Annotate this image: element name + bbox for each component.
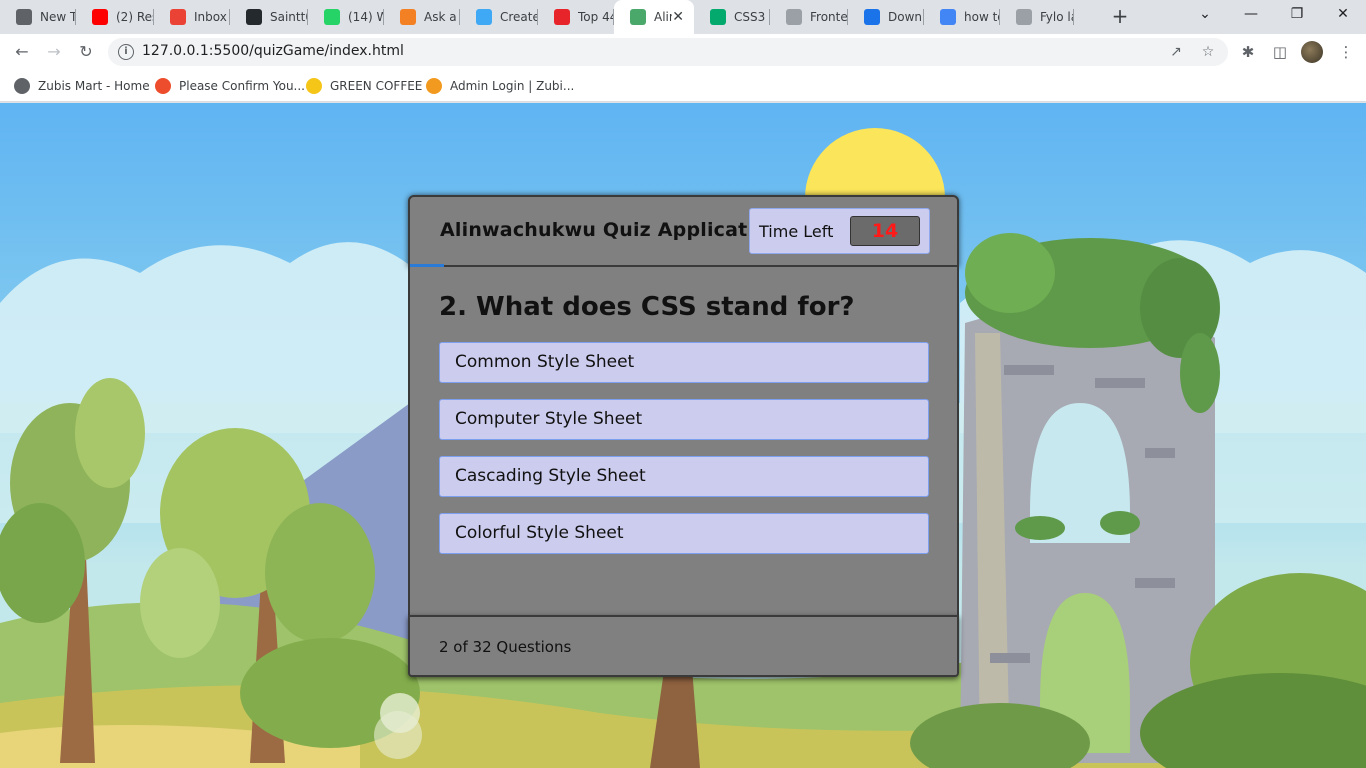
timer-label: Time Left: [759, 222, 834, 241]
browser-tab[interactable]: Inbox (: [154, 0, 230, 34]
browser-tab[interactable]: how to: [924, 0, 1000, 34]
bookmark-item[interactable]: GREEN COFFEE: [306, 76, 422, 96]
site-info-icon[interactable]: i: [118, 44, 134, 60]
vanta-icon: [554, 9, 570, 25]
new-tab-button[interactable]: +: [1108, 5, 1132, 29]
bookmark-star-icon[interactable]: ☆: [1198, 42, 1218, 62]
shop-icon: [155, 78, 171, 94]
tab-title: CSS3 M: [734, 10, 770, 24]
tab-title: (2) Respond: [116, 10, 154, 24]
address-bar[interactable]: i 127.0.0.1:5500/quizGame/index.html ↗ ☆: [108, 38, 1228, 66]
tab-title: Frontend: [810, 10, 848, 24]
question-number: 2.: [439, 292, 467, 322]
restore-icon[interactable]: ❐: [1274, 0, 1320, 30]
tab-title: Ask a C: [424, 10, 460, 24]
browser-tab[interactable]: Frontend: [770, 0, 848, 34]
quiz-image-icon: [630, 9, 646, 25]
quiz-header: Alinwachukwu Quiz Application Time Left …: [408, 195, 959, 267]
option-button-1[interactable]: Common Style Sheet: [439, 342, 929, 383]
browser-tab[interactable]: Alinwachukwu✕: [614, 0, 694, 34]
bookmark-item[interactable]: Zubis Mart - Home: [14, 76, 150, 96]
bookmark-item[interactable]: Please Confirm You...: [155, 76, 305, 96]
tab-title: how to: [964, 10, 1000, 24]
chrome-icon: [16, 9, 32, 25]
minimize-icon[interactable]: —: [1228, 0, 1274, 30]
browser-tab[interactable]: Top 44: [538, 0, 614, 34]
browser-tab[interactable]: Download: [848, 0, 924, 34]
option-button-3[interactable]: Cascading Style Sheet: [439, 456, 929, 497]
stackoverflow-icon: [400, 9, 416, 25]
timer-countdown: 14: [850, 216, 920, 246]
close-window-icon[interactable]: ✕: [1320, 0, 1366, 30]
whatsapp-icon: [324, 9, 340, 25]
bookmark-label: GREEN COFFEE: [330, 79, 423, 93]
timer-box: Time Left 14: [749, 208, 930, 254]
w3schools-icon: [710, 9, 726, 25]
github-icon: [246, 9, 262, 25]
tab-title: (14) WhatsApp: [348, 10, 384, 24]
tab-title: Download: [888, 10, 924, 24]
browser-toolbar: ← → ↻ i 127.0.0.1:5500/quizGame/index.ht…: [0, 34, 1366, 70]
share-icon[interactable]: ↗: [1166, 42, 1186, 62]
tab-title: Alinwachukwu: [654, 10, 672, 24]
page-viewport: Alinwachukwu Quiz Application Time Left …: [0, 103, 1366, 768]
globe-icon: [14, 78, 30, 94]
menu-icon[interactable]: ⋮: [1334, 40, 1358, 64]
quiz-footer: 2 of 32 Questions: [408, 615, 959, 677]
browser-tab[interactable]: Ask a C: [384, 0, 460, 34]
back-icon[interactable]: ←: [10, 40, 34, 64]
browser-tab[interactable]: Fylo la: [1000, 0, 1074, 34]
browser-tab[interactable]: CSS3 M: [694, 0, 770, 34]
question-counter: 2 of 32 Questions: [439, 638, 572, 656]
tab-title: Saintt0: [270, 10, 308, 24]
tab-title: New Tab: [40, 10, 76, 24]
tab-title: Create: [500, 10, 538, 24]
quiz-container: Alinwachukwu Quiz Application Time Left …: [408, 195, 959, 677]
question-text: 2. What does CSS stand for?: [439, 292, 854, 322]
tab-title: Inbox (: [194, 10, 230, 24]
question-label: What does CSS stand for?: [476, 292, 855, 322]
bookmark-label: Please Confirm You...: [179, 79, 305, 93]
browser-tab[interactable]: (2) Respond: [76, 0, 154, 34]
gmail-icon: [170, 9, 186, 25]
side-panel-icon[interactable]: ◫: [1268, 40, 1292, 64]
youtube-icon: [92, 9, 108, 25]
codingninjas-icon: [476, 9, 492, 25]
google-icon: [940, 9, 956, 25]
browser-tab[interactable]: Create: [460, 0, 538, 34]
tab-title: Fylo la: [1040, 10, 1074, 24]
tab-title: Top 44: [578, 10, 614, 24]
frontend-icon: [786, 9, 802, 25]
tab-strip: New Tab (2) Respond Inbox ( Saintt0 (14) Wha…: [0, 0, 1366, 34]
extensions-icon[interactable]: ✱: [1236, 40, 1260, 64]
option-button-4[interactable]: Colorful Style Sheet: [439, 513, 929, 554]
close-tab-icon[interactable]: ✕: [672, 9, 684, 25]
reload-icon[interactable]: ↻: [74, 40, 98, 64]
browser-tab[interactable]: Saintt0: [230, 0, 308, 34]
forward-icon[interactable]: →: [42, 40, 66, 64]
url-text: 127.0.0.1:5500/quizGame/index.html: [142, 43, 404, 59]
frontendmentor-icon: [1016, 9, 1032, 25]
option-button-2[interactable]: Computer Style Sheet: [439, 399, 929, 440]
profile-avatar[interactable]: [1301, 41, 1323, 63]
smiley-icon: [306, 78, 322, 94]
admin-icon: [426, 78, 442, 94]
bookmark-label: Admin Login | Zubi...: [450, 79, 575, 93]
bookmark-item[interactable]: Admin Login | Zubi...: [426, 76, 574, 96]
question-section: 2. What does CSS stand for? Common Style…: [408, 267, 959, 615]
browser-tab[interactable]: (14) WhatsApp: [308, 0, 384, 34]
quiz-title: Alinwachukwu Quiz Application: [440, 219, 782, 241]
bookmark-label: Zubis Mart - Home: [38, 79, 150, 93]
bookmarks-bar: Zubis Mart - Home Please Confirm You... GR…: [0, 70, 1366, 102]
download-icon: [864, 9, 880, 25]
tab-search-icon[interactable]: ⌄: [1182, 0, 1228, 30]
tab-separator: [1073, 9, 1074, 25]
browser-tab[interactable]: New Tab: [0, 0, 76, 34]
